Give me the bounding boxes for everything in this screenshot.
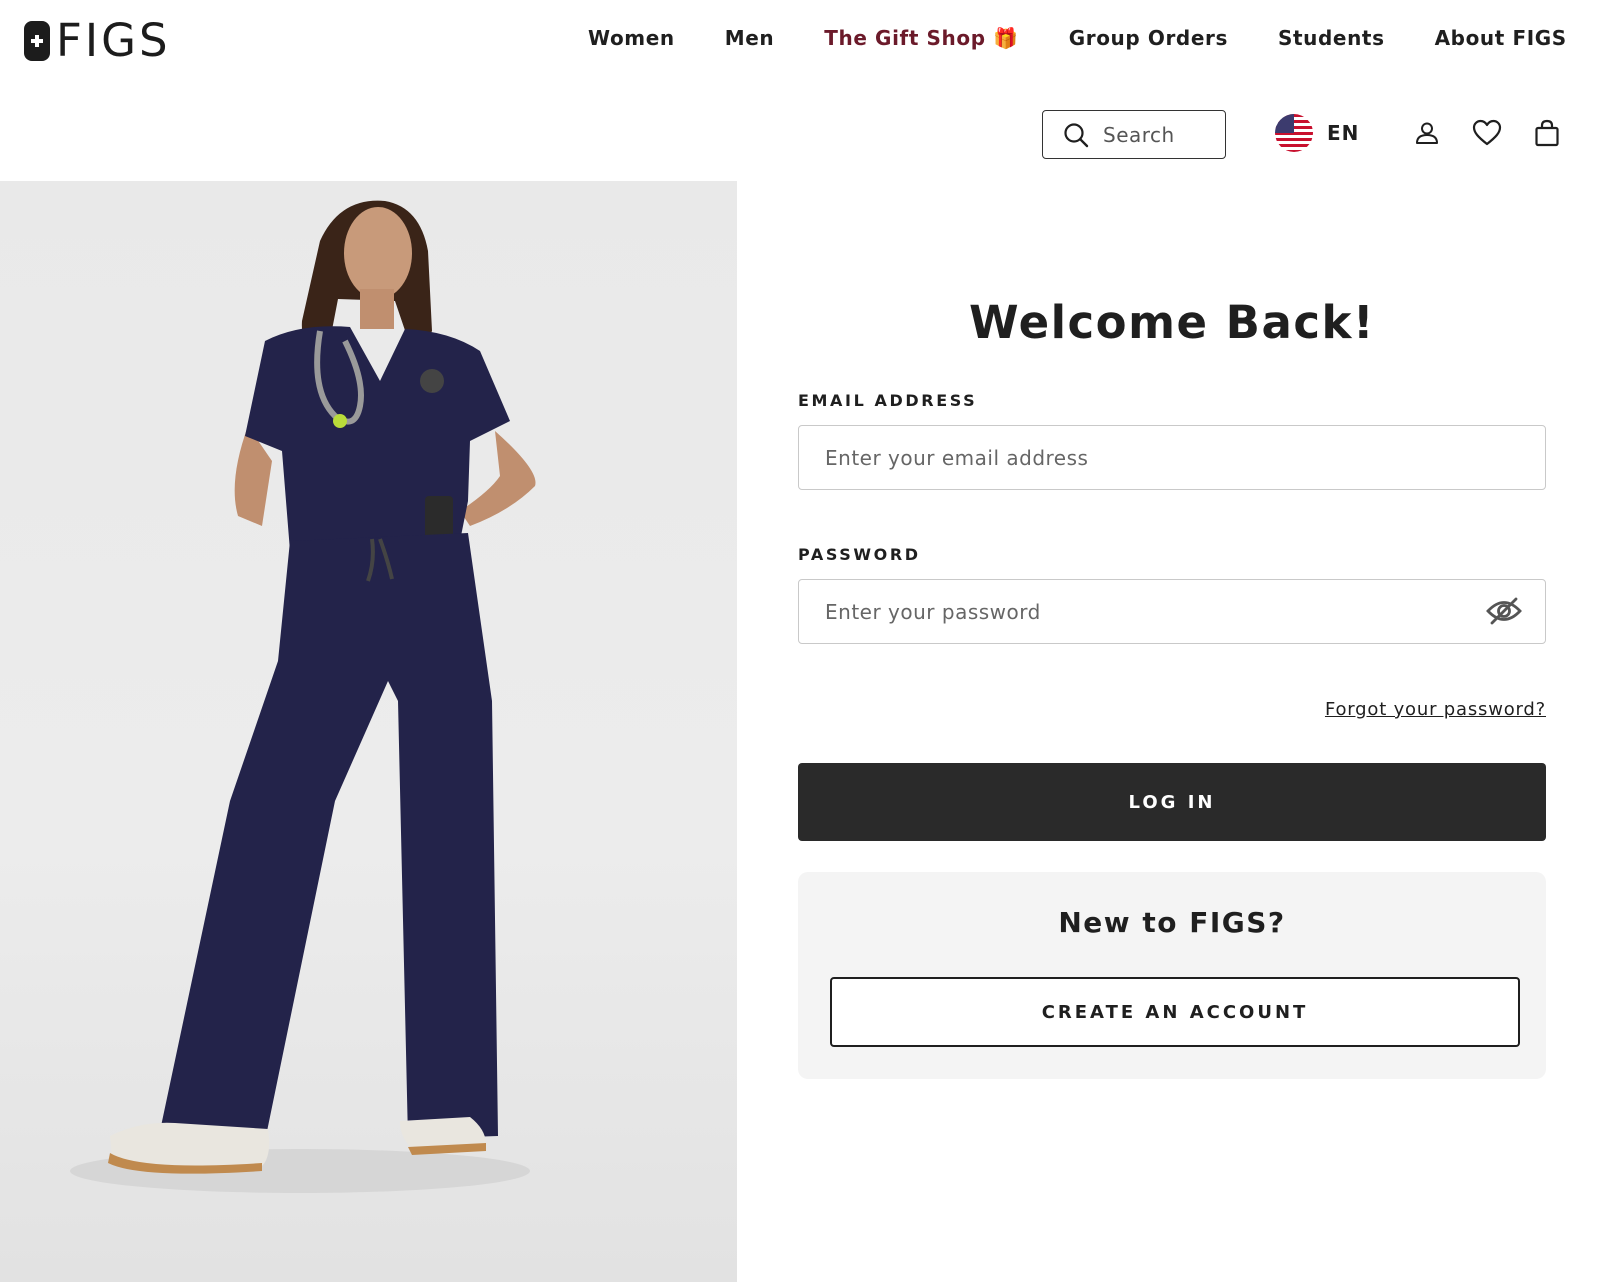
account-icon [1416, 122, 1438, 144]
create-account-button[interactable]: CREATE AN ACCOUNT [830, 977, 1520, 1047]
heart-icon [1472, 119, 1502, 146]
language-code: EN [1327, 121, 1360, 145]
nav-gift-shop[interactable]: The Gift Shop 🎁 [824, 26, 1018, 50]
create-account-panel: New to FIGS? CREATE AN ACCOUNT [798, 872, 1546, 1079]
us-flag-icon [1275, 114, 1313, 152]
search-icon [1064, 122, 1089, 147]
toggle-password-visibility-button[interactable] [1486, 596, 1522, 626]
bag-icon [1535, 119, 1559, 147]
language-selector[interactable]: EN [1275, 114, 1359, 152]
nav-about[interactable]: About FIGS [1435, 26, 1567, 50]
page-title: Welcome Back! [969, 296, 1375, 349]
password-label: PASSWORD [798, 545, 921, 564]
model-in-scrubs-illustration [70, 200, 536, 1193]
figs-logo[interactable]: FIGS [24, 14, 171, 67]
figs-cross-icon [24, 21, 50, 61]
nav-students[interactable]: Students [1278, 26, 1385, 50]
search-button[interactable]: Search [1042, 110, 1226, 159]
email-field[interactable] [798, 425, 1546, 490]
wishlist-button[interactable] [1472, 118, 1502, 148]
nav-group-orders[interactable]: Group Orders [1069, 26, 1228, 50]
logo-text: FIGS [56, 14, 171, 67]
eye-slash-icon [1486, 597, 1522, 625]
nav-women[interactable]: Women [588, 26, 675, 50]
email-label: EMAIL ADDRESS [798, 391, 978, 410]
new-customer-heading: New to FIGS? [1058, 906, 1286, 939]
main-nav: Women Men The Gift Shop 🎁 Group Orders S… [588, 26, 1567, 50]
hero-image [0, 181, 737, 1282]
account-button[interactable] [1412, 118, 1442, 148]
cart-button[interactable] [1532, 118, 1562, 148]
log-in-button[interactable]: LOG IN [798, 763, 1546, 841]
password-field[interactable] [798, 579, 1546, 644]
search-label: Search [1103, 122, 1175, 147]
nav-men[interactable]: Men [725, 26, 775, 50]
forgot-password-link[interactable]: Forgot your password? [1325, 699, 1546, 720]
